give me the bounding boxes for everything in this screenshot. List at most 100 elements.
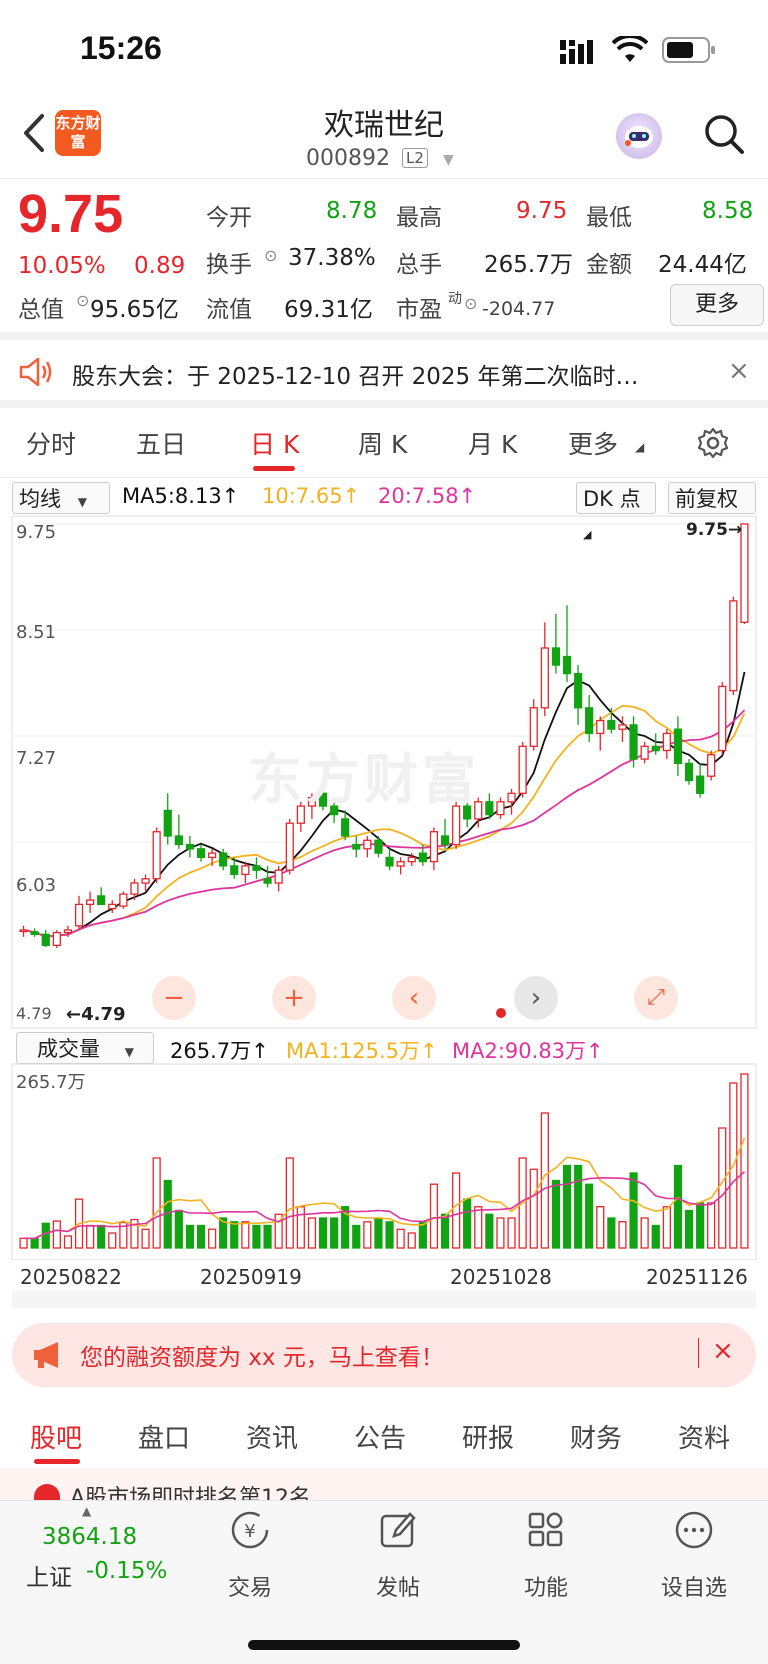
info-icon[interactable]: ⊙ — [76, 291, 89, 310]
index-change[interactable]: -0.15% — [86, 1558, 167, 1584]
pe-sup: 动 — [448, 291, 462, 307]
candle-body — [163, 809, 172, 837]
more-button[interactable]: 更多 — [670, 284, 764, 326]
candle-body — [574, 672, 583, 709]
volume-bar — [285, 1157, 294, 1249]
tab-daily[interactable]: 日 K — [250, 425, 299, 461]
caret-up-icon[interactable]: ▲ — [82, 1504, 91, 1518]
tab-announcement[interactable]: 公告 — [354, 1418, 406, 1455]
candle-body — [19, 929, 28, 933]
dk-label: DK 点 — [583, 487, 641, 511]
tab-more[interactable]: 更多 — [568, 425, 618, 461]
tab-finance[interactable]: 财务 — [570, 1418, 622, 1455]
adjust-button[interactable]: 前复权 — [668, 482, 756, 514]
tab-research[interactable]: 研报 — [462, 1418, 514, 1455]
peek-text: A股市场即时排名第12名 — [70, 1486, 312, 1500]
fullscreen-button[interactable]: ⤢ — [634, 976, 678, 1020]
zoom-in-button[interactable]: + — [272, 976, 316, 1020]
features-icon[interactable] — [486, 1508, 606, 1561]
info-icon[interactable]: ⊙ — [464, 294, 477, 313]
candle-body — [208, 852, 217, 859]
volume-bar — [252, 1224, 261, 1249]
tab-intraday[interactable]: 分时 — [26, 425, 76, 461]
nav-watchlist[interactable]: 设自选 — [634, 1570, 754, 1602]
x-date-label: 20251028 — [450, 1265, 552, 1289]
candle-body — [618, 724, 627, 730]
volume-bar — [241, 1221, 250, 1249]
tab-pankou[interactable]: 盘口 — [138, 1418, 190, 1455]
volume-bar — [684, 1209, 694, 1249]
level2-badge[interactable]: L2 — [402, 148, 428, 168]
volume-bar — [429, 1183, 439, 1249]
volume-chart[interactable] — [0, 1060, 768, 1260]
divider — [0, 178, 768, 179]
watchlist-icon[interactable] — [634, 1508, 754, 1561]
y-tick-label: 6.03 — [16, 875, 57, 896]
tab-profile[interactable]: 资料 — [678, 1418, 730, 1455]
wifi-icon — [611, 33, 649, 68]
turnover-value: 37.38% — [288, 245, 376, 271]
next-button[interactable]: › — [514, 976, 558, 1020]
candle-body — [285, 822, 294, 871]
tab-monthly[interactable]: 月 K — [468, 425, 517, 461]
y-tick-label: 7.27 — [16, 748, 57, 769]
chevron-down-icon[interactable]: ▼ — [443, 152, 454, 168]
candle-body — [607, 719, 616, 730]
volume-max-label: 265.7万 — [16, 1072, 86, 1093]
candle-body — [662, 732, 671, 752]
candle-body — [696, 775, 705, 794]
ma10-readout: 10:7.65↑ — [262, 484, 361, 508]
index-value[interactable]: 3864.18 — [42, 1524, 137, 1550]
candle-body — [551, 647, 561, 666]
post-icon[interactable] — [338, 1508, 458, 1561]
high-label: 最高 — [396, 205, 442, 231]
volume-bar — [485, 1213, 494, 1249]
dk-point-button[interactable]: DK 点◢ — [576, 482, 656, 541]
volume-bar — [474, 1206, 483, 1249]
assistant-avatar-icon[interactable] — [616, 113, 662, 159]
tab-5day[interactable]: 五日 — [136, 425, 186, 461]
volume-bar — [596, 1206, 605, 1249]
tab-news[interactable]: 资讯 — [246, 1418, 298, 1455]
promo-text[interactable]: 您的融资额度为 xx 元，马上查看！ — [80, 1338, 444, 1372]
volume-bar — [196, 1224, 206, 1249]
candle-body — [385, 856, 394, 867]
volume-bar — [707, 1202, 716, 1249]
volume-bar — [640, 1217, 649, 1249]
candle-body — [141, 878, 150, 884]
candle-body — [130, 882, 139, 895]
zoom-out-button[interactable]: − — [152, 976, 196, 1020]
open-value: 8.78 — [326, 198, 378, 224]
candle-body — [729, 600, 738, 692]
volume-bar — [19, 1237, 28, 1249]
index-name[interactable]: 上证 — [26, 1558, 72, 1592]
candle-body — [529, 707, 538, 747]
change-amount: 0.89 — [134, 253, 186, 279]
candle-body — [485, 801, 494, 816]
info-icon[interactable]: ⊙ — [264, 246, 277, 265]
settings-gear-icon[interactable] — [696, 426, 730, 464]
volume-bar — [86, 1224, 95, 1249]
prev-button[interactable]: ‹ — [392, 976, 436, 1020]
candle-body — [108, 903, 117, 910]
nav-trade[interactable]: 交易 — [190, 1570, 310, 1602]
volume-bar — [108, 1232, 117, 1249]
close-icon[interactable]: × — [728, 356, 750, 386]
speaker-icon — [18, 356, 54, 392]
tab-guba[interactable]: 股吧 — [30, 1418, 82, 1455]
candle-body — [640, 745, 649, 760]
candle-body — [540, 647, 549, 709]
candle-body — [596, 719, 605, 735]
tab-weekly[interactable]: 周 K — [358, 425, 407, 461]
volume-bar — [97, 1224, 106, 1249]
nav-post[interactable]: 发帖 — [338, 1570, 458, 1602]
ma-select[interactable]: 均线 ▼ — [12, 482, 110, 514]
notice-text[interactable]: 股东大会：于 2025-12-10 召开 2025 年第二次临时… — [72, 357, 638, 391]
nav-features[interactable]: 功能 — [486, 1570, 606, 1602]
close-icon[interactable]: × — [712, 1336, 734, 1366]
volume-bar — [41, 1222, 50, 1249]
trade-icon[interactable]: ¥ — [190, 1508, 310, 1561]
chart-footer-bar — [12, 1290, 756, 1308]
volume-bar — [385, 1221, 394, 1249]
search-icon[interactable] — [700, 110, 750, 160]
